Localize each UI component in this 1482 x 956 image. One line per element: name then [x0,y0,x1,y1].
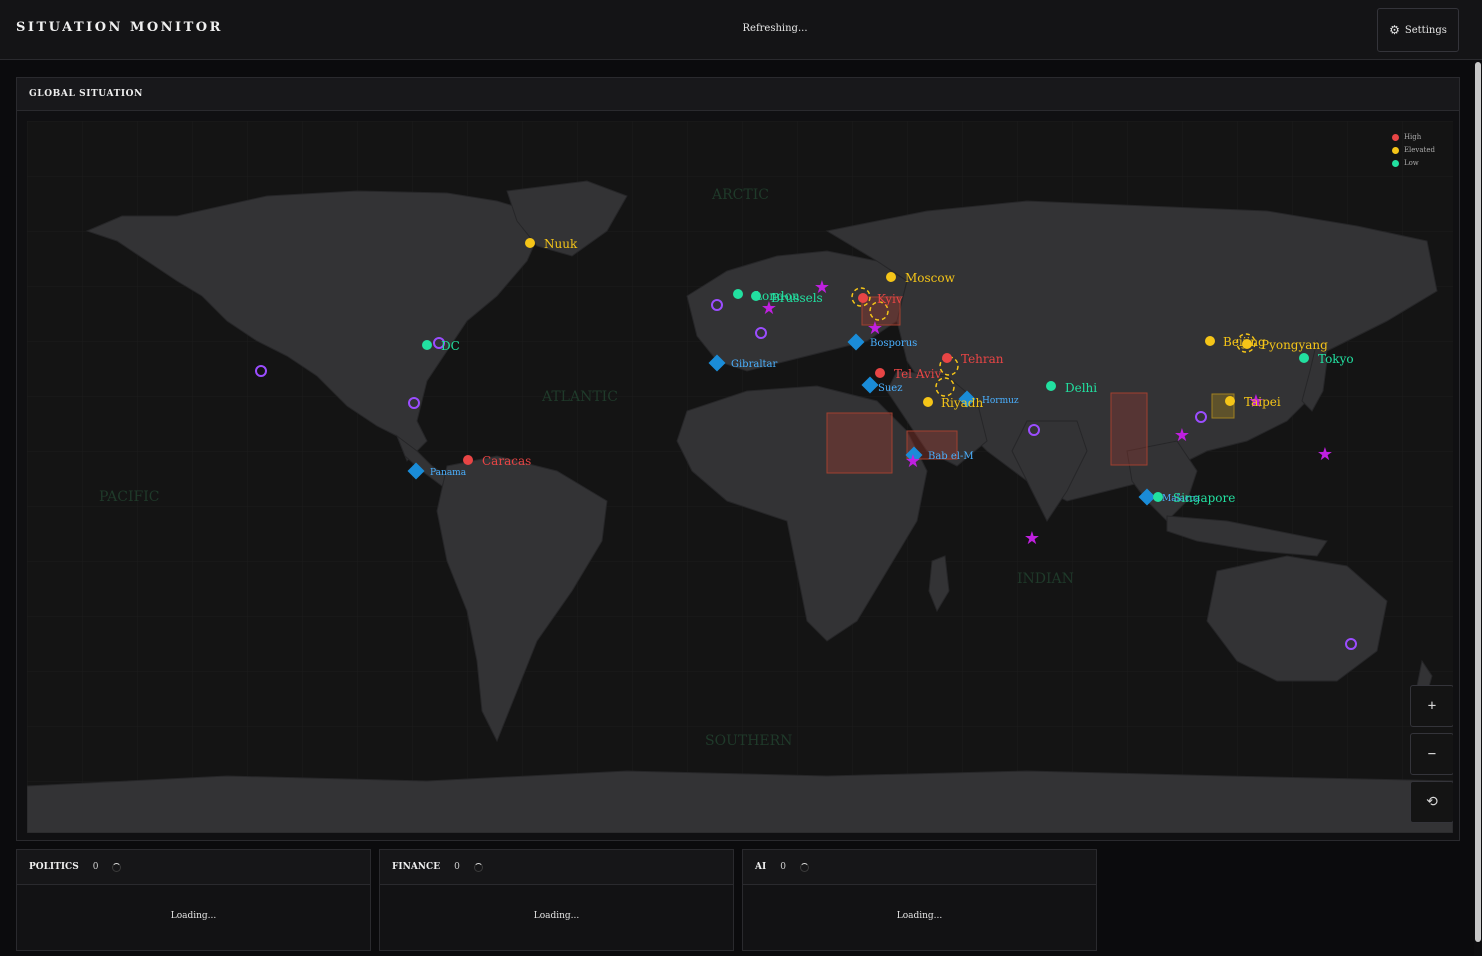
svg-text:Caracas: Caracas [482,454,531,468]
panel-header: POLITICS 0 [17,850,370,885]
ocean-label: PACIFIC [99,489,159,505]
map-canvas[interactable]: ARCTIC ATLANTIC PACIFIC INDIAN SOUTHERN … [27,121,1453,833]
legend-label: High [1403,133,1422,141]
zoom-in-button[interactable]: + [1410,685,1453,727]
item-count: 0 [92,862,99,872]
hotspot-area [1110,392,1148,466]
item-count: 0 [454,862,460,872]
svg-text:Riyadh: Riyadh [941,396,983,410]
panel-title: POLITICS [29,862,79,872]
gear-icon: ⚙ [1389,23,1400,37]
ocean-label: SOUTHERN [705,733,792,749]
legend-item-elevated: Elevated [1391,146,1435,154]
ocean-label: ATLANTIC [541,389,618,405]
svg-text:Tehran: Tehran [961,352,1004,366]
world-map[interactable]: ARCTIC ATLANTIC PACIFIC INDIAN SOUTHERN … [27,121,1453,833]
legend-label: Low [1403,159,1419,167]
star-marker: ★ [867,318,883,339]
loading-spinner-icon [112,862,122,872]
threat-legend: High Elevated Low [1391,133,1435,172]
finance-panel: FINANCE 0 Loading... [379,849,734,951]
ocean-label: INDIAN [1017,571,1074,587]
top-header: SITUATION MONITOR Refreshing... ⚙ Settin… [0,0,1482,60]
legend-dot [1391,146,1399,154]
legend-dot [1391,133,1399,141]
panel-title: AI [755,862,767,872]
panel-title: FINANCE [392,862,441,872]
legend-label: Elevated [1403,146,1435,154]
svg-text:Pyongyang: Pyongyang [1261,338,1328,352]
svg-text:Moscow: Moscow [905,271,956,285]
svg-text:Taipei: Taipei [1244,395,1281,409]
reset-view-button[interactable]: ⟲ [1410,781,1453,823]
svg-text:Nuuk: Nuuk [544,237,578,251]
antarctica [27,770,1453,833]
item-count: 0 [780,862,786,872]
svg-text:Bosporus: Bosporus [870,338,917,349]
scrollbar-thumb[interactable] [1475,62,1481,942]
svg-text:Delhi: Delhi [1065,381,1097,395]
loading-spinner-icon [799,862,809,872]
star-marker: ★ [1317,444,1333,465]
ai-panel: AI 0 Loading... [742,849,1097,951]
star-marker: ★ [1024,528,1040,549]
svg-text:Gibraltar: Gibraltar [731,359,778,370]
star-marker: ★ [1174,425,1190,446]
legend-item-high: High [1391,133,1435,141]
politics-panel: POLITICS 0 Loading... [16,849,371,951]
svg-text:Bab el-M: Bab el-M [928,451,974,462]
legend-item-low: Low [1391,159,1435,167]
svg-text:Singapore: Singapore [1173,491,1235,505]
hotspot-area [826,412,893,474]
global-situation-panel: GLOBAL SITUATION ARCTIC ATLANTIC PACIFIC… [16,77,1460,841]
settings-label: Settings [1404,24,1447,36]
svg-text:Suez: Suez [878,383,902,394]
panel-header: FINANCE 0 [380,850,733,885]
svg-text:DC: DC [441,339,460,353]
svg-text:Hormuz: Hormuz [982,396,1019,406]
zoom-out-button[interactable]: − [1410,733,1453,775]
svg-text:Tel Aviv: Tel Aviv [894,367,942,381]
loading-text: Loading... [533,911,580,921]
settings-button[interactable]: ⚙ Settings [1377,8,1459,52]
loading-text: Loading... [896,911,943,921]
loading-spinner-icon [473,862,483,872]
loading-text: Loading... [170,911,217,921]
panel-title: GLOBAL SITUATION [29,89,143,99]
panel-header: GLOBAL SITUATION [17,78,1459,111]
svg-text:Panama: Panama [430,468,467,478]
legend-dot [1391,159,1399,167]
star-marker: ★ [905,451,921,472]
svg-text:Tokyo: Tokyo [1318,352,1354,366]
ocean-label: ARCTIC [711,187,769,203]
refresh-status: Refreshing... [742,23,808,34]
svg-text:Kyiv: Kyiv [877,292,903,306]
panel-header: AI 0 [743,850,1096,885]
svg-text:Brussels: Brussels [771,291,823,305]
